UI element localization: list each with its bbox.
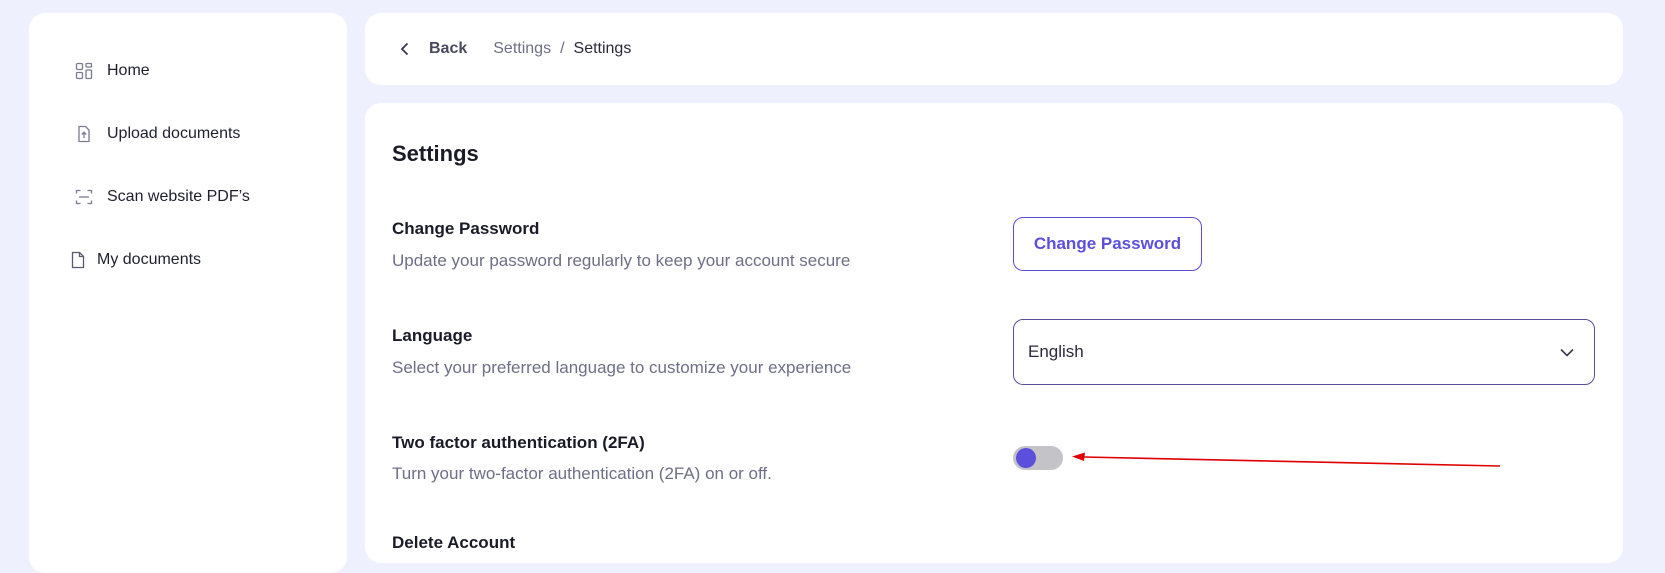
change-password-title: Change Password	[392, 219, 540, 238]
top-bar: Back Settings / Settings	[365, 13, 1623, 85]
sidebar-item-label: Upload documents	[107, 125, 241, 142]
sidebar-item-home[interactable]: Home	[75, 62, 150, 80]
sidebar-item-upload-documents[interactable]: Upload documents	[75, 125, 240, 143]
language-title: Language	[392, 326, 473, 345]
breadcrumb-current: Settings	[573, 40, 632, 57]
change-password-button[interactable]: Change Password	[1013, 217, 1202, 271]
scan-icon	[75, 188, 93, 206]
change-password-description: Update your password regularly to keep y…	[392, 251, 851, 270]
breadcrumb-separator: /	[560, 40, 565, 57]
two-factor-toggle[interactable]	[1013, 446, 1063, 470]
breadcrumb: Settings / Settings	[493, 40, 631, 58]
upload-file-icon	[75, 125, 93, 143]
page-title: Settings	[392, 141, 479, 166]
chevron-down-icon	[1560, 348, 1574, 357]
settings-panel: Settings Change Password Update your pas…	[365, 103, 1623, 563]
chevron-left-icon	[400, 42, 409, 56]
language-select[interactable]: English	[1013, 319, 1595, 385]
sidebar: Home Upload documents Scan website PDF’s…	[29, 13, 347, 573]
sidebar-item-label: Home	[107, 62, 150, 79]
breadcrumb-settings-link[interactable]: Settings	[493, 40, 551, 58]
grid-icon	[75, 62, 93, 80]
language-description: Select your preferred language to custom…	[392, 358, 852, 377]
sidebar-item-my-documents[interactable]: My documents	[69, 251, 201, 269]
delete-account-title: Delete Account	[392, 533, 516, 552]
sidebar-item-label: My documents	[97, 251, 202, 268]
sidebar-item-scan-website[interactable]: Scan website PDF’s	[75, 188, 250, 206]
document-icon	[69, 251, 87, 269]
sidebar-item-label: Scan website PDF’s	[107, 188, 250, 205]
back-label: Back	[429, 40, 468, 57]
two-factor-description: Turn your two-factor authentication (2FA…	[392, 464, 772, 483]
toggle-knob	[1016, 448, 1036, 468]
two-factor-title: Two factor authentication (2FA)	[392, 433, 645, 452]
language-selected-value: English	[1028, 342, 1084, 361]
back-button[interactable]: Back	[397, 40, 467, 58]
